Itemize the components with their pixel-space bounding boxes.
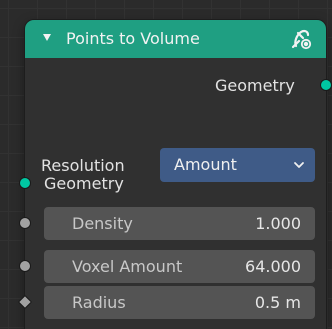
radius-value: 0.5 m	[254, 293, 301, 312]
voxel-amount-socket[interactable]	[19, 260, 31, 272]
voxel-amount-field[interactable]: Voxel Amount 64.000	[44, 250, 315, 283]
density-label: Density	[72, 214, 133, 233]
resolution-mode-dropdown[interactable]: Amount	[160, 148, 315, 182]
resolution-label: Resolution	[41, 156, 125, 175]
density-socket[interactable]	[19, 217, 31, 229]
node-header[interactable]: Points to Volume	[25, 20, 326, 58]
voxel-amount-label: Voxel Amount	[72, 257, 183, 276]
points-to-volume-node[interactable]: Points to Volume Geometry Resolution Amo…	[17, 20, 332, 329]
density-field[interactable]: Density 1.000	[44, 207, 315, 240]
voxel-amount-value: 64.000	[245, 257, 301, 276]
chevron-down-icon	[294, 162, 304, 168]
radius-label: Radius	[72, 293, 126, 312]
resolution-mode-value: Amount	[174, 155, 237, 174]
geometry-nodes-icon	[291, 29, 312, 50]
collapse-triangle-icon[interactable]	[43, 34, 51, 41]
node-title: Points to Volume	[66, 29, 200, 48]
radius-field[interactable]: Radius 0.5 m	[44, 286, 315, 319]
density-value: 1.000	[255, 214, 301, 233]
output-geometry-label: Geometry	[215, 76, 295, 95]
output-geometry-socket[interactable]	[320, 79, 332, 91]
input-geometry-socket[interactable]	[19, 177, 31, 189]
input-geometry-label: Geometry	[44, 174, 124, 193]
